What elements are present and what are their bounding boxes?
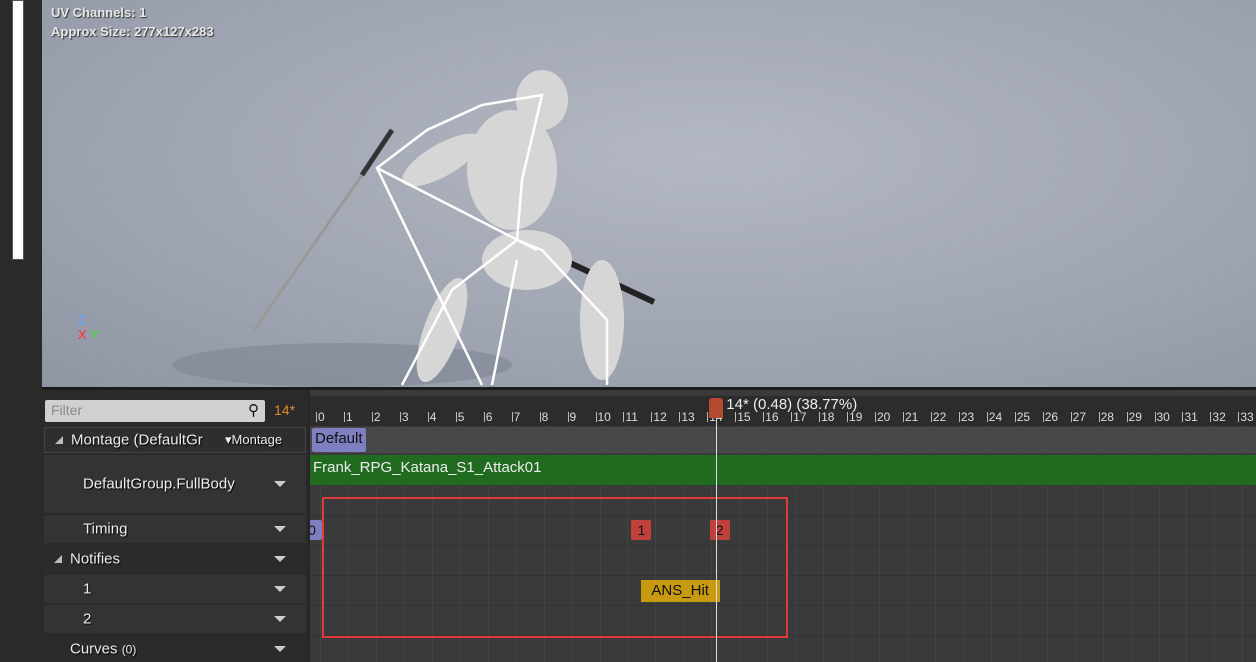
montage-dropdown-label: Montage: [231, 432, 283, 447]
axis-gizmo: Z X Y: [78, 312, 99, 342]
scrubber-label: 14* (0.48) (38.77%): [726, 396, 858, 413]
slot-label: DefaultGroup.FullBody: [83, 475, 235, 493]
curves-count: (0): [121, 642, 137, 657]
notifies-row[interactable]: Notifies: [44, 545, 306, 573]
axis-z-label: Z: [78, 312, 86, 327]
section-track: [310, 427, 1256, 453]
collapse-icon[interactable]: [54, 555, 62, 563]
scrubber-handle[interactable]: [709, 398, 724, 418]
search-icon[interactable]: ⚲: [248, 401, 259, 419]
filter-input[interactable]: Filter ⚲: [45, 400, 265, 422]
timing-marker-0[interactable]: 0: [310, 520, 322, 540]
timing-label: Timing: [83, 520, 128, 538]
current-frame: 14*: [274, 402, 296, 418]
dropdown-icon[interactable]: [274, 526, 286, 532]
montage-dropdown[interactable]: ▾Montage: [225, 432, 282, 448]
notify-track-label: 2: [83, 610, 92, 628]
track-tree: Filter ⚲ 14* Montage (DefaultGr ▾Montage…: [42, 390, 308, 662]
dropdown-icon[interactable]: [274, 616, 286, 622]
montage-row[interactable]: Montage (DefaultGr ▾Montage: [44, 427, 306, 453]
montage-segment[interactable]: Frank_RPG_Katana_S1_Attack01: [310, 455, 1256, 485]
section-default[interactable]: Default: [312, 428, 366, 452]
notify-track-label: 1: [83, 580, 92, 598]
notify-track-1[interactable]: 1: [44, 575, 306, 603]
collapse-icon[interactable]: [55, 436, 63, 444]
dropdown-icon[interactable]: [274, 556, 286, 562]
timing-row[interactable]: Timing: [44, 515, 306, 543]
highlight-box: [322, 497, 788, 638]
axis-y-label: Y: [90, 327, 99, 342]
side-panel-scrollbar[interactable]: [12, 0, 24, 260]
timeline[interactable]: 0123456789101112131415161718192021222324…: [310, 390, 1256, 662]
montage-label: Montage (DefaultGr: [71, 431, 203, 449]
montage-editor: Filter ⚲ 14* Montage (DefaultGr ▾Montage…: [42, 390, 1256, 662]
dropdown-icon[interactable]: [274, 586, 286, 592]
scrubber-line: [716, 414, 718, 662]
character-skeleton: [172, 70, 656, 387]
dropdown-icon[interactable]: [274, 646, 286, 652]
notifies-label: Notifies: [70, 550, 121, 568]
slot-row[interactable]: DefaultGroup.FullBody: [44, 455, 306, 513]
dropdown-icon[interactable]: [274, 481, 286, 487]
axis-x-label: X: [78, 327, 87, 342]
curves-row[interactable]: Curves (0): [44, 636, 306, 662]
notify-track-2[interactable]: 2: [44, 605, 306, 633]
curves-label: Curves: [70, 640, 118, 658]
viewport[interactable]: UV Channels: 1 Approx Size: 277x127x283 …: [42, 0, 1256, 387]
filter-placeholder: Filter: [51, 402, 83, 418]
